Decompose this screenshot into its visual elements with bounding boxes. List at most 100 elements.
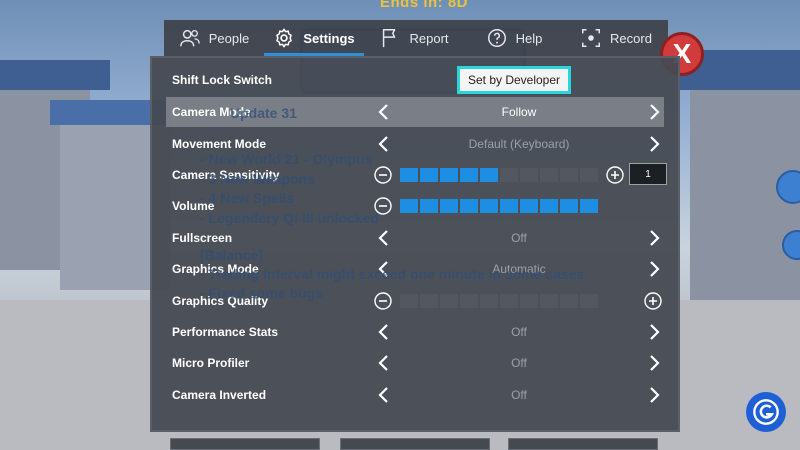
volume-decrease[interactable] xyxy=(374,197,392,215)
performance-stats-prev[interactable] xyxy=(374,322,394,342)
movement-mode-value: Default (Keyboard) xyxy=(468,137,570,151)
chevron-left-icon xyxy=(378,324,388,340)
setting-fullscreen: Fullscreen Off xyxy=(166,223,664,253)
volume-label: Volume xyxy=(172,199,215,213)
fullscreen-prev[interactable] xyxy=(374,228,394,248)
slider-segment[interactable] xyxy=(560,168,578,182)
graphics-quality-label: Graphics Quality xyxy=(172,294,269,308)
camera-inverted-prev[interactable] xyxy=(374,385,394,405)
camera-mode-next[interactable] xyxy=(644,102,664,122)
performance-stats-next[interactable] xyxy=(644,322,664,342)
slider-segment[interactable] xyxy=(540,168,558,182)
graphics-quality-slider[interactable] xyxy=(400,294,598,308)
tab-settings[interactable]: Settings xyxy=(264,20,364,56)
plus-circle-icon xyxy=(644,292,662,310)
plus-circle-icon xyxy=(606,166,624,184)
movement-mode-prev[interactable] xyxy=(374,134,394,154)
menu-tab-bar: People Settings Report Help Record xyxy=(164,20,668,56)
camera-inverted-next[interactable] xyxy=(644,385,664,405)
camera-sensitivity-label: Camera Sensitivity xyxy=(172,168,280,182)
fullscreen-next[interactable] xyxy=(644,228,664,248)
shift-lock-label: Shift Lock Switch xyxy=(172,73,273,87)
slider-segment[interactable] xyxy=(420,199,438,213)
camera-mode-value: Follow xyxy=(501,105,537,119)
camera-sensitivity-input[interactable]: 1 xyxy=(629,163,667,185)
minus-circle-icon xyxy=(374,166,392,184)
site-logo xyxy=(746,392,786,432)
bottom-tab-3[interactable] xyxy=(508,438,658,450)
slider-segment[interactable] xyxy=(440,199,458,213)
settings-panel: Shift Lock Switch Camera Mode Follow Mov… xyxy=(150,56,680,432)
tab-record-label: Record xyxy=(610,30,652,46)
micro-profiler-prev[interactable] xyxy=(374,353,394,373)
slider-segment[interactable] xyxy=(580,168,598,182)
camera-sensitivity-decrease[interactable] xyxy=(374,166,392,184)
performance-stats-value: Off xyxy=(511,325,527,339)
chevron-right-icon xyxy=(650,136,660,152)
people-icon xyxy=(179,29,200,47)
movement-mode-next[interactable] xyxy=(644,134,664,154)
setting-camera-mode: Camera Mode Follow xyxy=(166,97,664,127)
slider-segment[interactable] xyxy=(500,294,518,308)
tab-record[interactable]: Record xyxy=(564,20,668,56)
chevron-left-icon xyxy=(378,261,388,277)
slider-segment[interactable] xyxy=(500,199,518,213)
slider-segment[interactable] xyxy=(440,168,458,182)
slider-segment[interactable] xyxy=(520,294,538,308)
slider-segment[interactable] xyxy=(520,168,538,182)
roof-left xyxy=(0,60,110,90)
camera-inverted-value: Off xyxy=(511,388,527,402)
slider-segment[interactable] xyxy=(460,168,478,182)
slider-segment[interactable] xyxy=(500,168,518,182)
tab-settings-label: Settings xyxy=(303,30,355,46)
slider-segment[interactable] xyxy=(560,294,578,308)
fullscreen-label: Fullscreen xyxy=(172,231,233,245)
chevron-left-icon xyxy=(378,104,388,120)
slider-segment[interactable] xyxy=(580,294,598,308)
slider-segment[interactable] xyxy=(480,294,498,308)
graphics-mode-next[interactable] xyxy=(644,259,664,279)
slider-segment[interactable] xyxy=(440,294,458,308)
tab-people-label: People xyxy=(208,30,250,46)
camera-inverted-label: Camera Inverted xyxy=(172,388,267,402)
bottom-tab-1[interactable] xyxy=(170,438,320,450)
slider-segment[interactable] xyxy=(480,199,498,213)
slider-segment[interactable] xyxy=(560,199,578,213)
tab-report[interactable]: Report xyxy=(364,20,464,56)
logo-icon xyxy=(753,399,779,425)
slider-segment[interactable] xyxy=(520,199,538,213)
graphics-quality-decrease[interactable] xyxy=(374,292,392,310)
slider-segment[interactable] xyxy=(420,168,438,182)
shift-lock-set-by-developer-button[interactable]: Set by Developer xyxy=(457,66,571,94)
minus-circle-icon xyxy=(374,197,392,215)
micro-profiler-next[interactable] xyxy=(644,353,664,373)
bottom-tab-2[interactable] xyxy=(340,438,490,450)
graphics-quality-increase[interactable] xyxy=(644,292,662,310)
slider-segment[interactable] xyxy=(460,294,478,308)
slider-segment[interactable] xyxy=(400,168,418,182)
tab-people[interactable]: People xyxy=(164,20,264,56)
slider-segment[interactable] xyxy=(540,199,558,213)
camera-sensitivity-increase[interactable] xyxy=(606,166,624,184)
fullscreen-value: Off xyxy=(511,231,527,245)
slider-segment[interactable] xyxy=(480,168,498,182)
slider-segment[interactable] xyxy=(420,294,438,308)
gear-icon xyxy=(276,28,293,48)
chevron-left-icon xyxy=(378,355,388,371)
camera-sensitivity-slider[interactable] xyxy=(400,168,598,182)
camera-mode-label: Camera Mode xyxy=(172,105,251,119)
setting-performance-stats: Performance Stats Off xyxy=(166,317,664,347)
slider-segment[interactable] xyxy=(580,199,598,213)
graphics-mode-prev[interactable] xyxy=(374,259,394,279)
setting-movement-mode: Movement Mode Default (Keyboard) xyxy=(166,129,664,159)
slider-segment[interactable] xyxy=(400,294,418,308)
slider-segment[interactable] xyxy=(400,199,418,213)
tab-help[interactable]: Help xyxy=(464,20,564,56)
tab-help-label: Help xyxy=(515,30,543,46)
camera-mode-prev[interactable] xyxy=(374,102,394,122)
volume-slider[interactable] xyxy=(400,199,598,213)
performance-stats-label: Performance Stats xyxy=(172,325,279,339)
slider-segment[interactable] xyxy=(460,199,478,213)
chevron-right-icon xyxy=(650,355,660,371)
slider-segment[interactable] xyxy=(540,294,558,308)
